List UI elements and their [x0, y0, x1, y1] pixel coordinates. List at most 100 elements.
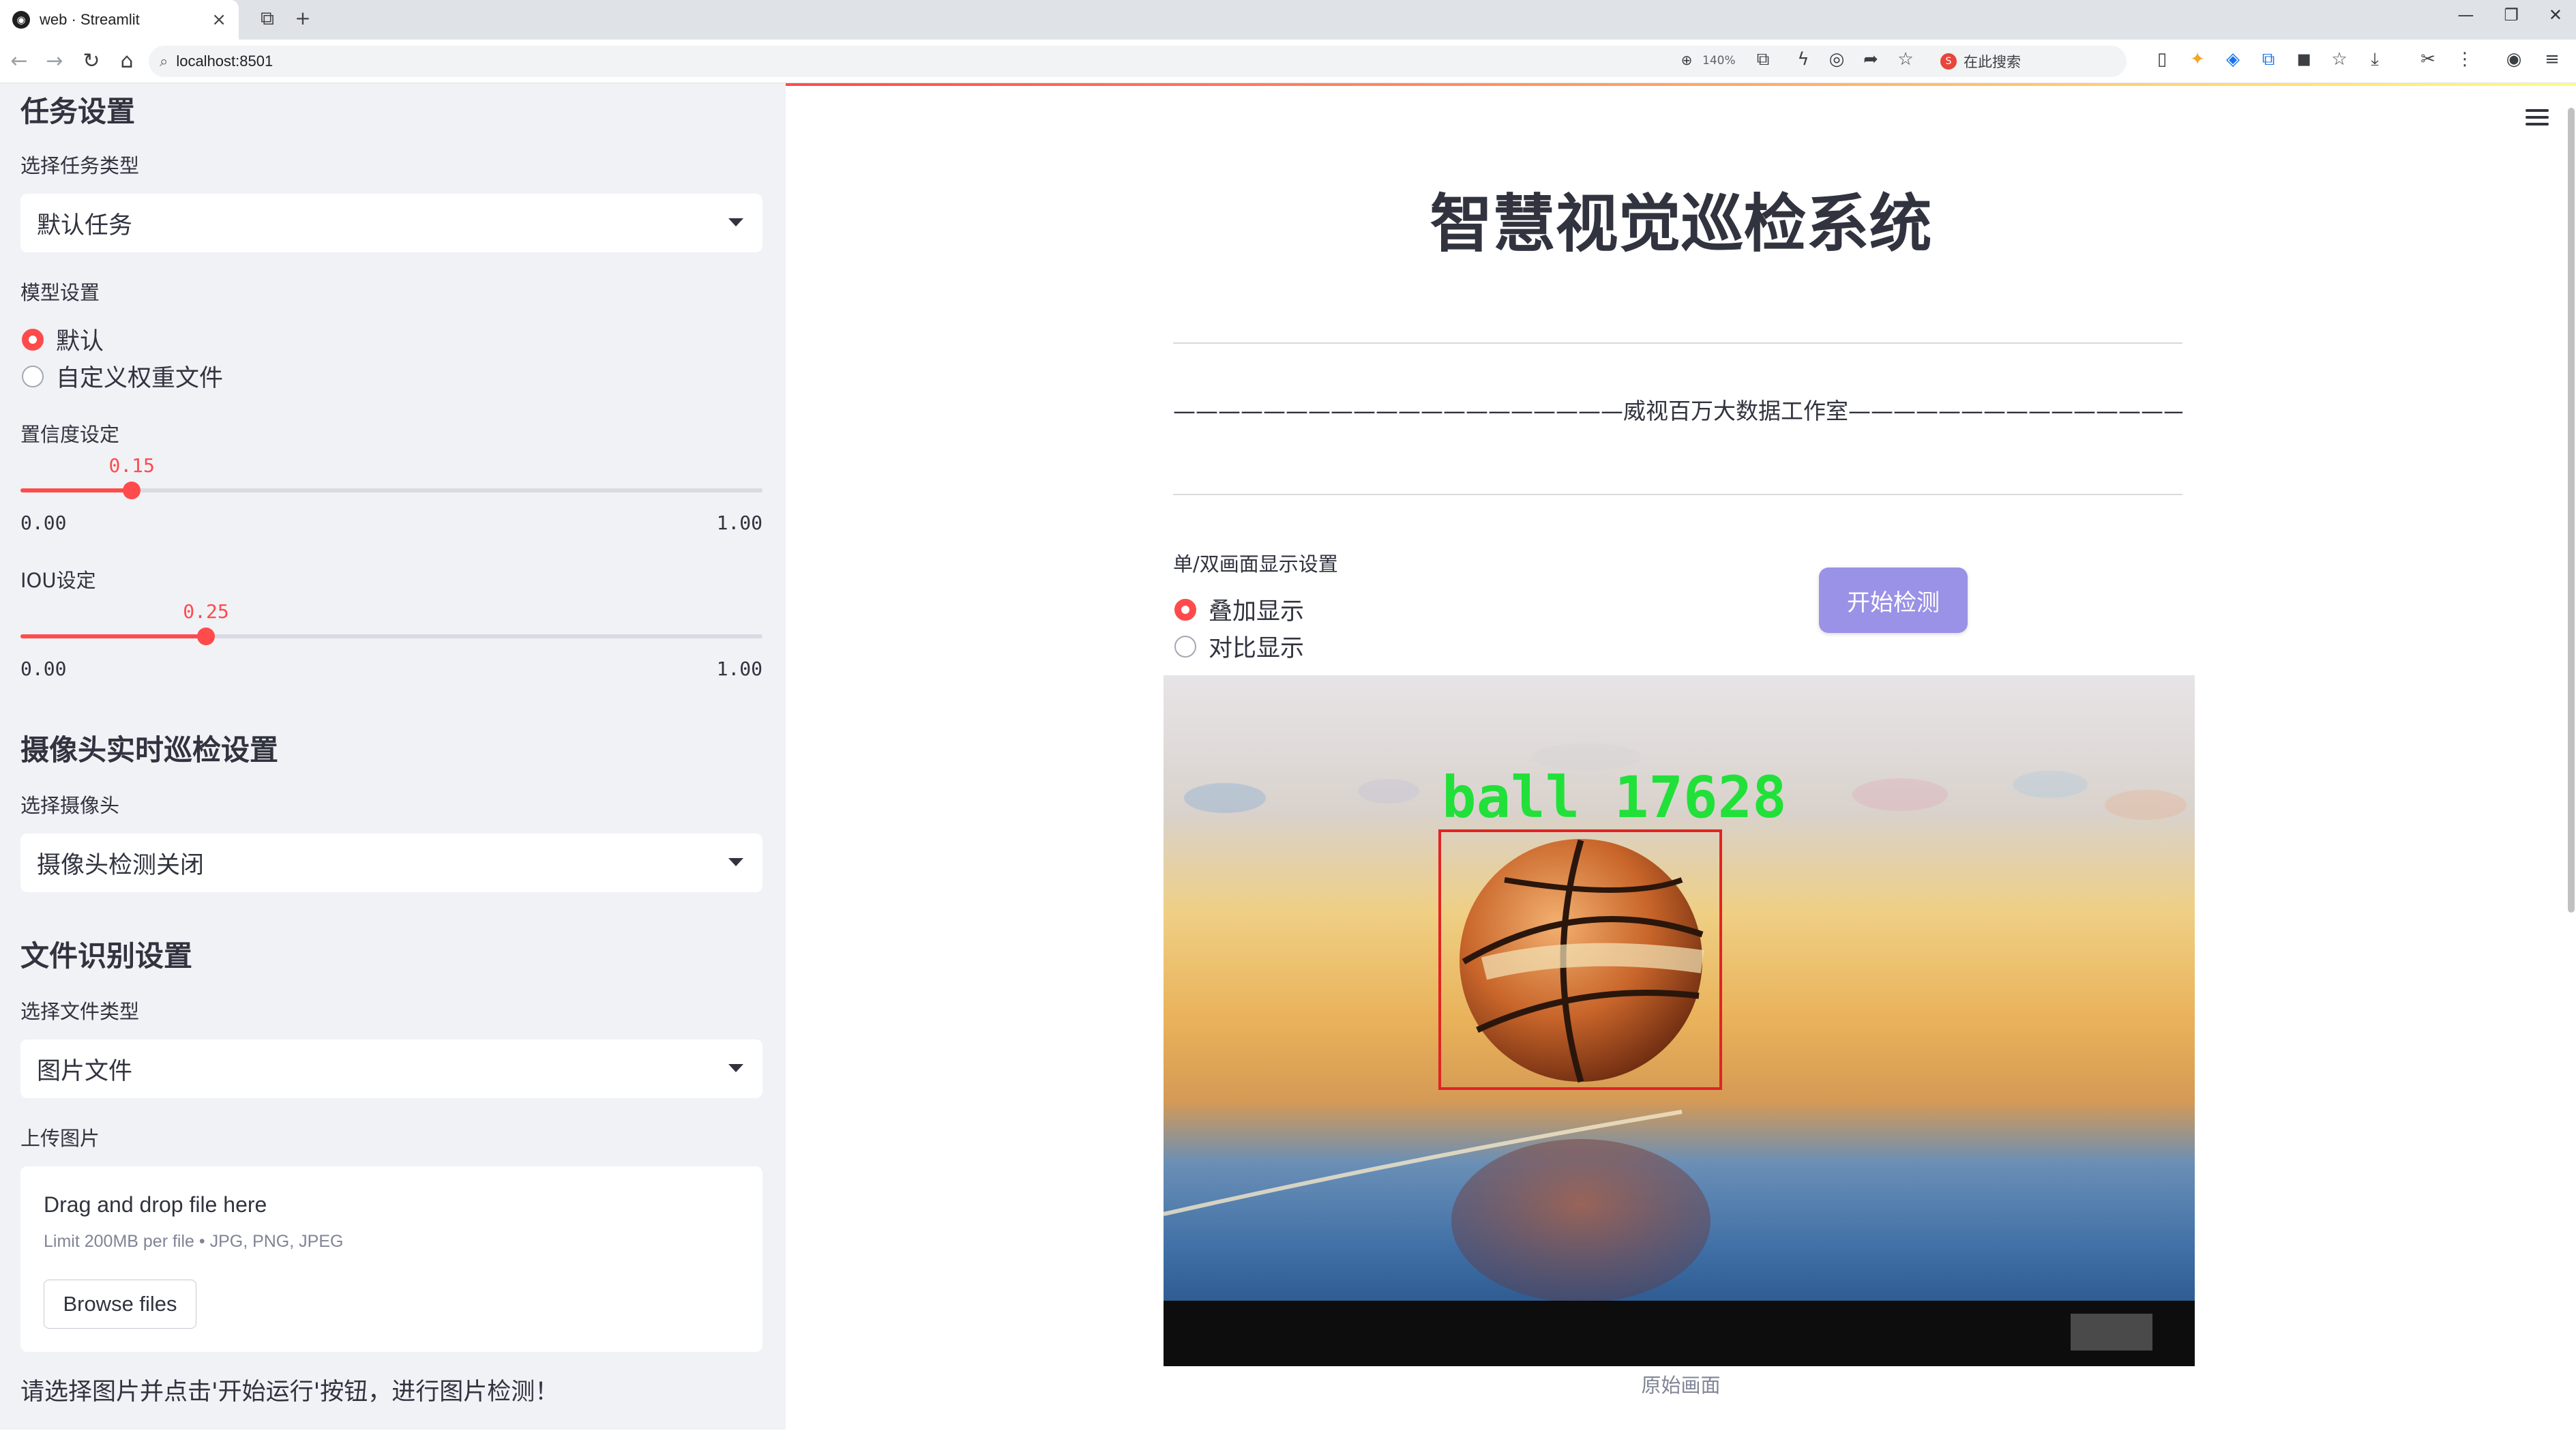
tab-groups-icon[interactable]: ⧉: [254, 7, 281, 30]
profile-avatar-icon[interactable]: ◉: [2500, 49, 2528, 70]
iou-min: 0.00: [20, 658, 67, 680]
task-type-select[interactable]: 默认任务: [20, 194, 763, 252]
task-type-value: 默认任务: [37, 211, 133, 239]
radio-selected-icon[interactable]: [22, 328, 44, 351]
radio-unselected-icon[interactable]: [22, 365, 44, 387]
more-menu-icon[interactable]: ⋮: [2451, 49, 2478, 70]
file-dropzone[interactable]: Drag and drop file here Limit 200MB per …: [20, 1166, 763, 1352]
iou-slider-thumb[interactable]: [197, 628, 215, 645]
reload-icon[interactable]: ↻: [78, 49, 105, 73]
hamburger-menu-icon[interactable]: [2526, 109, 2549, 130]
camera-select[interactable]: 摄像头检测关闭: [20, 833, 763, 892]
extension-icon[interactable]: ✦: [2184, 49, 2211, 70]
search-engine-icon: S: [1940, 53, 1957, 70]
home-icon[interactable]: ⌂: [113, 49, 140, 73]
iou-label: IOU设定: [20, 569, 96, 592]
url-text: localhost:8501: [176, 53, 273, 70]
file-type-label: 选择文件类型: [20, 1000, 140, 1023]
chevron-down-icon: [728, 218, 743, 226]
favorites-icon[interactable]: ☆: [2326, 49, 2353, 70]
display-mode-label: 单/双画面显示设置: [1173, 552, 1338, 576]
confidence-slider-fill: [20, 488, 132, 492]
file-type-value: 图片文件: [37, 1057, 133, 1085]
camera-settings-title: 摄像头实时巡检设置: [20, 733, 279, 767]
minimize-icon[interactable]: —: [2457, 5, 2474, 25]
model-option-label: 自定义权重文件: [56, 365, 224, 392]
confidence-value: 0.15: [108, 454, 155, 477]
sidebar: 任务设置 选择任务类型 默认任务 模型设置 默认 自定义权重文件 置信度设定 0…: [0, 83, 786, 1430]
cut-icon[interactable]: ✂: [2414, 49, 2442, 70]
chevron-down-icon: [728, 858, 743, 866]
zoom-level[interactable]: 140%: [1702, 54, 1736, 68]
model-radio-default[interactable]: 默认: [22, 322, 104, 357]
bookmark-star-icon[interactable]: ☆: [1892, 49, 1919, 70]
camera-select-label: 选择摄像头: [20, 794, 120, 817]
display-radio-compare[interactable]: 对比显示: [1174, 629, 1304, 664]
download-icon[interactable]: ⤓: [2361, 49, 2388, 70]
chevron-down-icon: [728, 1064, 743, 1072]
task-type-label: 选择任务类型: [20, 154, 140, 177]
display-option-label: 对比显示: [1209, 635, 1305, 662]
confidence-slider-thumb[interactable]: [123, 482, 141, 499]
lightning-icon[interactable]: ϟ: [1790, 49, 1817, 70]
new-tab-icon[interactable]: +: [289, 7, 316, 29]
camera-select-value: 摄像头检测关闭: [37, 851, 205, 879]
file-settings-title: 文件识别设置: [20, 939, 193, 973]
screenshot-icon[interactable]: ◎: [1823, 49, 1850, 70]
extension-3-icon[interactable]: ⧉: [2255, 49, 2282, 70]
model-option-label: 默认: [56, 328, 104, 355]
browser-menu-icon[interactable]: ≡: [2538, 49, 2566, 70]
extension-4-icon[interactable]: ◼: [2290, 49, 2318, 70]
radio-selected-icon[interactable]: [1174, 598, 1196, 621]
tab-close-icon[interactable]: ×: [211, 10, 226, 30]
studio-line: ————————————————————威视百万大数据工作室——————————…: [1173, 398, 2182, 424]
zoom-icon[interactable]: ⊕: [1676, 52, 1697, 68]
confidence-min: 0.00: [20, 512, 67, 534]
dropzone-title: Drag and drop file here: [44, 1192, 267, 1217]
detection-label: ball 17628: [1442, 764, 1787, 831]
image-caption: 原始画面: [1641, 1374, 1721, 1397]
main-content: 智慧视觉巡检系统 ————————————————————威视百万大数据工作室—…: [786, 83, 2576, 1446]
share-icon[interactable]: ➦: [1857, 49, 1884, 70]
streamlit-favicon-icon: ◉: [12, 11, 30, 29]
file-type-select[interactable]: 图片文件: [20, 1039, 763, 1098]
search-engine-box[interactable]: S 在此搜索: [1940, 48, 2125, 74]
detection-result-image: ball 17628: [1164, 675, 2195, 1446]
top-decoration-bar: [786, 83, 2576, 86]
dropzone-limit: Limit 200MB per file • JPG, PNG, JPEG: [44, 1232, 344, 1251]
search-placeholder: 在此搜索: [1964, 54, 2021, 70]
sidebar-hint: 请选择图片并点击'开始运行'按钮，进行图片检测！: [20, 1378, 559, 1406]
display-radio-overlay[interactable]: 叠加显示: [1174, 592, 1304, 627]
divider: [1173, 494, 2182, 495]
page-title: 智慧视觉巡检系统: [1430, 188, 1932, 261]
window-controls: — ❐ ✕: [2457, 5, 2562, 25]
confidence-slider[interactable]: [20, 482, 763, 499]
confidence-label: 置信度设定: [20, 423, 120, 446]
restore-icon[interactable]: ❐: [2504, 5, 2519, 25]
task-settings-title: 任务设置: [20, 95, 136, 128]
upload-label: 上传图片: [20, 1127, 100, 1150]
divider: [1173, 342, 2182, 344]
iou-slider-fill: [20, 634, 206, 638]
start-detection-button[interactable]: 开始检测: [1819, 567, 1968, 633]
extension-2-icon[interactable]: ◈: [2219, 49, 2247, 70]
browser-tab-strip: ◉ web · Streamlit × ⧉ + — ❐ ✕: [0, 0, 2576, 40]
close-window-icon[interactable]: ✕: [2549, 5, 2562, 25]
site-info-icon[interactable]: ⌕: [160, 53, 168, 70]
tab-title: web · Streamlit: [40, 11, 140, 28]
radio-unselected-icon[interactable]: [1174, 635, 1196, 658]
sidebar-toggle-icon[interactable]: ▯: [2148, 49, 2176, 70]
display-option-label: 叠加显示: [1209, 598, 1305, 625]
browser-tab[interactable]: ◉ web · Streamlit ×: [0, 0, 239, 40]
iou-max: 1.00: [716, 658, 763, 680]
back-icon[interactable]: ←: [5, 49, 33, 73]
iou-value: 0.25: [183, 600, 229, 623]
confidence-max: 1.00: [716, 512, 763, 534]
forward-icon[interactable]: →: [41, 49, 68, 73]
translate-icon[interactable]: ⧉: [1749, 49, 1777, 70]
model-settings-label: 模型设置: [20, 281, 100, 304]
browse-files-button[interactable]: Browse files: [44, 1280, 196, 1329]
model-radio-custom[interactable]: 自定义权重文件: [22, 359, 223, 394]
iou-slider[interactable]: [20, 628, 763, 645]
basketball-photo: ball 17628: [1164, 675, 2195, 1446]
